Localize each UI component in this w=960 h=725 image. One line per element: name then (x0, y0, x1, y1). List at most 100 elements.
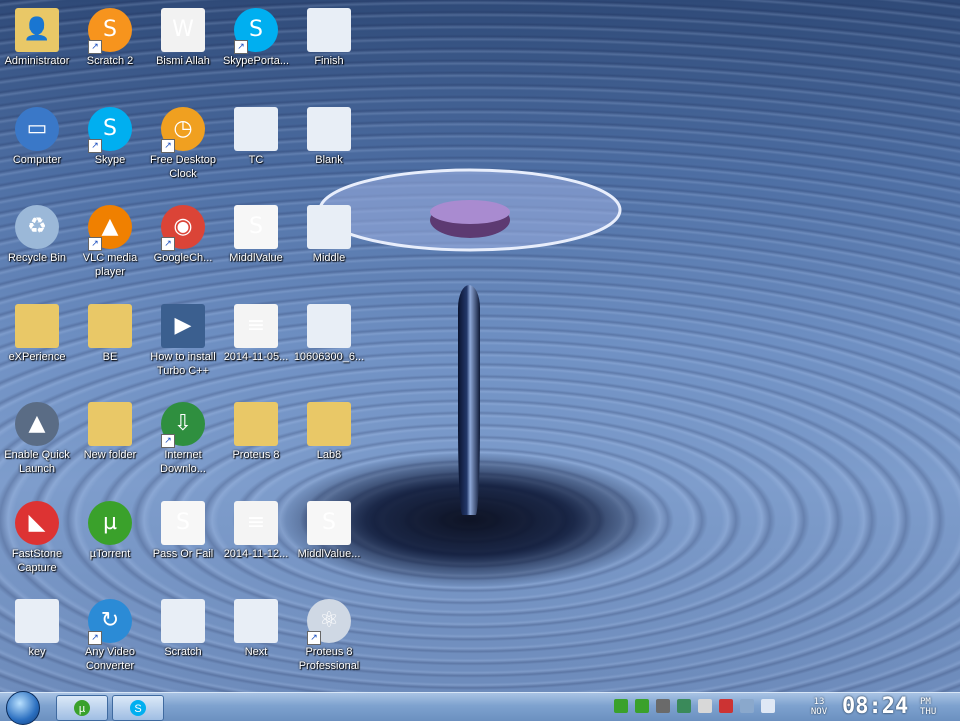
desktop-icon-label: Recycle Bin (7, 252, 67, 264)
vlc-cone-icon: ▲ ↗ (88, 205, 132, 251)
desktop-icon[interactable]: ♻ Recycle Bin (0, 205, 74, 265)
volume-tray-icon[interactable] (761, 699, 775, 713)
faststone-icon: ◣ (15, 500, 59, 545)
shortcut-arrow-icon: ↗ (307, 631, 321, 645)
taskbar-button-skype[interactable]: S (112, 695, 164, 721)
desktop-icon-label: Finish (314, 55, 344, 67)
desktop-icon-label: Bismi Allah (156, 55, 210, 67)
desktop-icon[interactable]: key (0, 599, 74, 659)
internet-download-icon: ⇩ ↗ (161, 402, 205, 448)
desktop-icon[interactable]: ▲ ↗ VLC media player (73, 205, 147, 279)
screenshot-file-icon (234, 599, 278, 643)
wma-file-icon: W (161, 8, 205, 52)
desktop-icon[interactable]: ◣ FastStone Capture (0, 500, 74, 575)
clock-date[interactable]: 13 NOV (808, 697, 830, 717)
screenshot-file-icon (307, 8, 351, 52)
document-tray-icon[interactable] (698, 699, 712, 713)
skype-icon: S ↗ (88, 106, 132, 153)
desktop-icon[interactable]: Middle (292, 205, 366, 265)
desktop-icon[interactable]: ⚛ ↗ Proteus 8 Professional (292, 599, 366, 673)
shortcut-arrow-icon: ↗ (161, 434, 175, 448)
taskbar: µ S 13 NOV 08:24 PM THU (0, 691, 960, 725)
desktop-icon-label: Pass Or Fail (152, 547, 214, 560)
skype-icon: S ↗ (234, 8, 278, 54)
desktop-icon[interactable]: S Pass Or Fail (146, 500, 220, 561)
desktop-icon[interactable]: ◷ ↗ Free Desktop Clock (146, 106, 220, 181)
utorrent-icon: µ (74, 700, 90, 716)
desktop-icon[interactable]: 👤 Administrator (0, 8, 74, 68)
desktop-icon-label: Scratch (164, 646, 202, 658)
desktop-icon[interactable]: ≡ 2014-11-05... (219, 303, 293, 364)
desktop-icon-label: key (28, 646, 46, 658)
desktop-icon-label: Skype (94, 153, 126, 166)
document-file-icon: ≡ (234, 500, 278, 545)
utorrent-tray-icon[interactable] (614, 699, 628, 713)
desktop-icon-label: SkypePorta... (222, 55, 290, 67)
shortcut-arrow-icon: ↗ (88, 40, 102, 54)
desktop-icon[interactable]: Proteus 8 (219, 402, 293, 462)
desktop-icon[interactable]: S MiddlValue... (292, 500, 366, 561)
user-folder-icon: 👤 (15, 8, 59, 52)
utorrent-icon: µ (88, 500, 132, 545)
scratch-file-icon: S (161, 500, 205, 545)
desktop-icon[interactable]: Lab8 (292, 402, 366, 462)
desktop-icon[interactable]: eXPerience (0, 303, 74, 364)
desktop-icon[interactable]: 10606300_6... (292, 303, 366, 364)
desktop-icon[interactable]: TC (219, 106, 293, 167)
desktop-icon[interactable]: S ↗ Scratch 2 (73, 8, 147, 68)
desktop-icon[interactable]: ▭ Computer (0, 106, 74, 167)
scratch-cat-icon: S ↗ (88, 8, 132, 54)
desktop-icon[interactable]: BE (73, 303, 147, 364)
desktop-icon-label: MiddlValue... (297, 547, 361, 560)
skype-icon: S (130, 700, 146, 716)
desktop-icon[interactable]: Scratch (146, 599, 220, 659)
desktop-icon[interactable]: µ µTorrent (73, 500, 147, 561)
scratch-file-icon: S (234, 205, 278, 249)
desktop-icon[interactable]: ▶ How to install Turbo C++ (146, 303, 220, 378)
desktop-icon[interactable]: ⇩ ↗ Internet Downlo... (146, 402, 220, 476)
desktop-icon[interactable]: W Bismi Allah (146, 8, 220, 68)
desktop-icon-label: µTorrent (89, 547, 131, 560)
taskbar-button-utorrent[interactable]: µ (56, 695, 108, 721)
desktop-icon[interactable]: Blank (292, 106, 366, 167)
folder-icon (88, 303, 132, 348)
screenshot-file-icon (307, 205, 351, 249)
screenshot-file-icon (234, 106, 278, 151)
video-file-icon: ▶ (161, 303, 205, 348)
proteus-atom-icon: ⚛ ↗ (307, 599, 351, 645)
desktop-icon-label: GoogleCh... (153, 252, 213, 264)
screenshot-file-icon (307, 303, 351, 348)
display-tray-icon[interactable] (740, 699, 754, 713)
shortcut-arrow-icon: ↗ (161, 237, 175, 251)
battery-tray-icon[interactable] (656, 699, 670, 713)
desktop-icon-label: Computer (12, 153, 62, 166)
clock-weekday: THU (920, 707, 937, 717)
network-tray-icon[interactable] (677, 699, 691, 713)
desktop-icon-label: 2014-11-12... (223, 547, 289, 560)
desktop-icon[interactable]: Next (219, 599, 293, 659)
desktop-icon[interactable]: ↻ ↗ Any Video Converter (73, 599, 147, 673)
desktop-icon[interactable]: ◉ ↗ GoogleCh... (146, 205, 220, 265)
desktop-icon-label: Scratch 2 (86, 55, 134, 67)
desktop-icon[interactable]: S MiddlValue (219, 205, 293, 265)
alarm-clock-icon: ◷ ↗ (161, 106, 205, 153)
torrent-tray-icon[interactable] (635, 699, 649, 713)
desktop-icon-label: TC (248, 153, 264, 166)
svg-text:S: S (134, 703, 141, 715)
document-file-icon: ≡ (234, 303, 278, 348)
desktop-icon[interactable]: ▲ Enable Quick Launch (0, 402, 74, 476)
desktop-icon[interactable]: S ↗ Skype (73, 106, 147, 167)
desktop-icon-label: Blank (315, 153, 343, 166)
desktop-icon-label: eXPerience (8, 350, 66, 363)
flag-tray-icon[interactable] (719, 699, 733, 713)
desktop-icon[interactable]: ≡ 2014-11-12... (219, 500, 293, 561)
screenshot-file-icon (307, 106, 351, 151)
scratch-file-icon: S (307, 500, 351, 545)
desktop-icon[interactable]: S ↗ SkypePorta... (219, 8, 293, 68)
clock-time[interactable]: 08:24 (842, 693, 908, 721)
desktop-icon[interactable]: Finish (292, 8, 366, 68)
desktop-icon[interactable]: New folder (73, 402, 147, 462)
desktop-icon-label: Free Desktop Clock (149, 153, 217, 180)
desktop-icon-label: Middle (312, 252, 346, 264)
quick-launch-icon: ▲ (15, 402, 59, 446)
